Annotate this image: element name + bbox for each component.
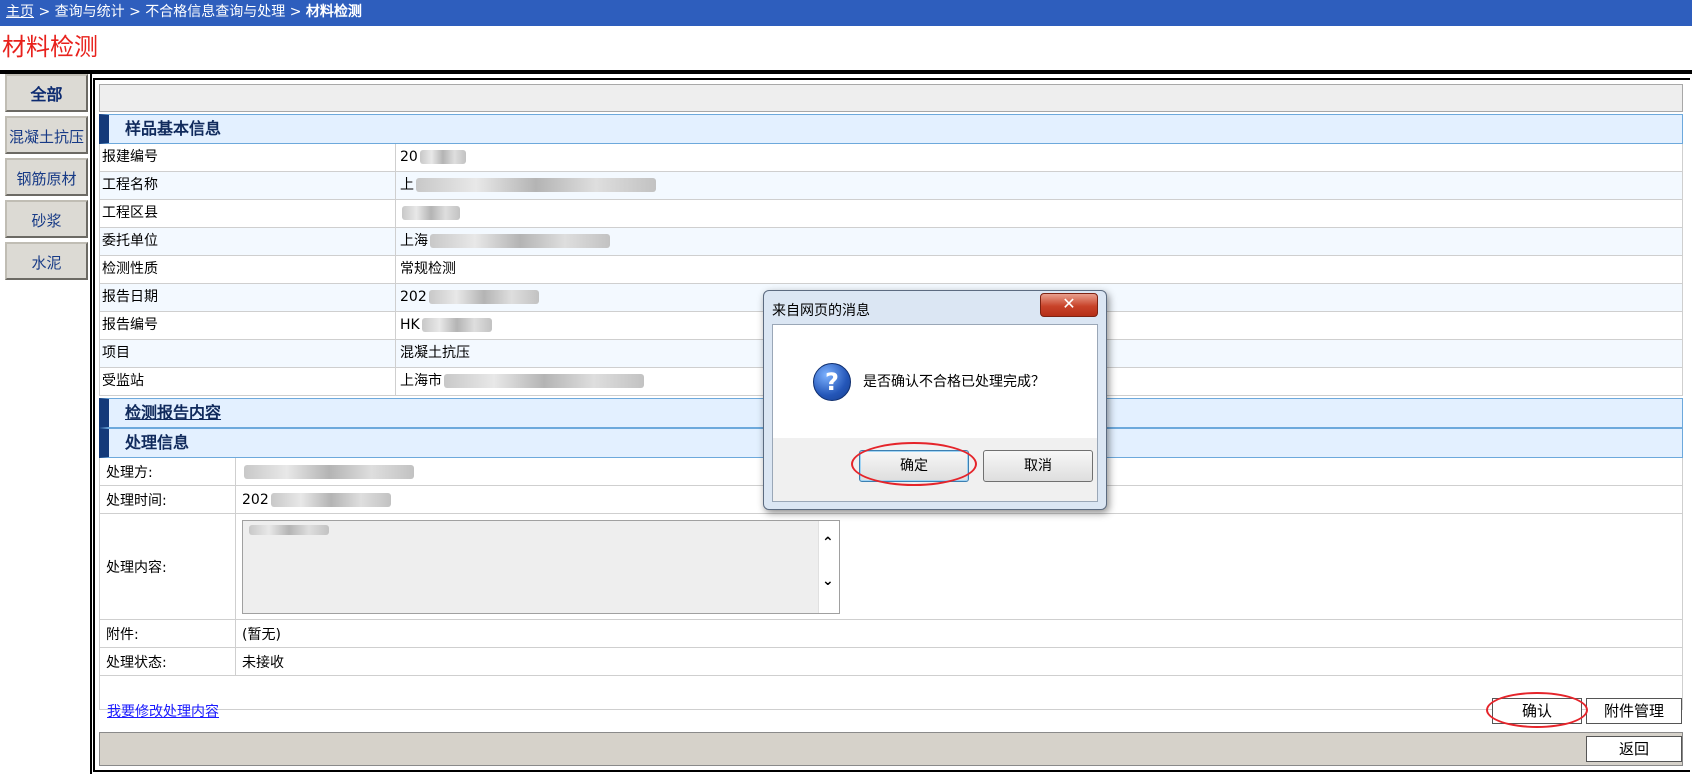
- sidebar-item-concrete[interactable]: 混凝土抗压: [5, 116, 88, 154]
- breadcrumb-level2: 查询与统计: [54, 4, 125, 20]
- bottom-toolbar: [99, 732, 1683, 766]
- row-label: 报告编号: [100, 312, 396, 339]
- content-row: 处理内容: ⌃ ⌄: [99, 514, 1683, 620]
- status-value: 未接收: [242, 654, 284, 671]
- content-label: 处理内容:: [100, 514, 236, 619]
- row-label: 受监站: [100, 368, 396, 395]
- row-label: 项目: [100, 340, 396, 367]
- row-value: 混凝土抗压: [400, 345, 470, 361]
- sidebar-item-all[interactable]: 全部: [5, 74, 88, 112]
- status-row: 处理状态: 未接收: [99, 648, 1683, 676]
- breadcrumb-level3: 不合格信息查询与处理: [145, 4, 286, 20]
- back-button[interactable]: 返回: [1586, 736, 1682, 762]
- row-value: [400, 200, 460, 227]
- row-value: 上: [400, 172, 656, 199]
- cancel-button[interactable]: 取消: [983, 450, 1093, 482]
- row-value: 常规检测: [400, 261, 456, 277]
- dialog-message: 是否确认不合格已处理完成？: [863, 374, 1045, 390]
- confirm-dialog: 来自网页的消息 ✕ ? 是否确认不合格已处理完成？ 确定 取消: [763, 290, 1107, 510]
- breadcrumb: 主页 > 查询与统计 > 不合格信息查询与处理 > 材料检测: [0, 0, 1692, 24]
- time-label: 处理时间:: [100, 486, 236, 513]
- row-value: 上海市: [400, 368, 644, 395]
- question-icon: ?: [813, 363, 851, 401]
- row-label: 工程区县: [100, 200, 396, 227]
- breadcrumb-separator: >: [38, 4, 51, 20]
- handler-value: [242, 458, 414, 485]
- top-toolbar: [99, 84, 1683, 112]
- textarea-scrollbar[interactable]: ⌃ ⌄: [818, 521, 839, 613]
- sidebar-item-mortar[interactable]: 砂浆: [5, 200, 88, 238]
- row-label: 检测性质: [100, 256, 396, 283]
- dialog-button-row: 确定 取消: [773, 438, 1097, 501]
- row-label: 工程名称: [100, 172, 396, 199]
- row-value: 20: [400, 144, 466, 171]
- status-label: 处理状态:: [100, 648, 236, 675]
- sidebar-item-rebar[interactable]: 钢筋原材: [5, 158, 88, 196]
- page-title: 材料检测: [2, 33, 98, 61]
- attachment-value: (暂无): [242, 626, 281, 643]
- row-value: HK: [400, 312, 492, 339]
- breadcrumb-separator: >: [289, 4, 302, 20]
- report-content-link[interactable]: 检测报告内容: [125, 403, 221, 422]
- table-row: 工程区县: [99, 200, 1683, 228]
- dialog-body: ? 是否确认不合格已处理完成？ 确定 取消: [772, 324, 1098, 502]
- ok-button[interactable]: 确定: [859, 450, 969, 482]
- title-divider: [0, 70, 1692, 74]
- row-value: 202: [400, 284, 539, 311]
- handler-label: 处理方:: [100, 458, 236, 485]
- confirm-button[interactable]: 确认: [1492, 698, 1582, 724]
- attachment-management-button[interactable]: 附件管理: [1586, 698, 1682, 724]
- scroll-up-icon[interactable]: ⌃: [822, 535, 834, 551]
- row-label: 委托单位: [100, 228, 396, 255]
- content-textarea[interactable]: ⌃ ⌄: [242, 520, 840, 614]
- attachment-label: 附件:: [100, 620, 236, 647]
- sidebar: 全部 混凝土抗压 钢筋原材 砂浆 水泥: [3, 74, 92, 774]
- dialog-title: 来自网页的消息: [772, 303, 870, 319]
- attachment-row: 附件: (暂无): [99, 620, 1683, 648]
- breadcrumb-home-link[interactable]: 主页: [6, 4, 34, 20]
- sidebar-item-cement[interactable]: 水泥: [5, 242, 88, 280]
- table-row: 检测性质 常规检测: [99, 256, 1683, 284]
- breadcrumb-current: 材料检测: [305, 4, 362, 20]
- action-row: [99, 676, 1683, 710]
- breadcrumb-separator: >: [129, 4, 141, 20]
- table-row: 报建编号 20: [99, 144, 1683, 172]
- scroll-down-icon[interactable]: ⌄: [822, 573, 834, 589]
- sample-info-header: 样品基本信息: [99, 114, 1683, 144]
- row-label: 报告日期: [100, 284, 396, 311]
- row-label: 报建编号: [100, 144, 396, 171]
- row-value: 上海: [400, 228, 610, 255]
- table-row: 委托单位 上海: [99, 228, 1683, 256]
- edit-processing-link[interactable]: 我要修改处理内容: [107, 701, 219, 721]
- time-value: 202: [242, 486, 391, 513]
- breadcrumb-bar: 主页 > 查询与统计 > 不合格信息查询与处理 > 材料检测: [0, 0, 1692, 26]
- table-row: 工程名称 上: [99, 172, 1683, 200]
- close-icon[interactable]: ✕: [1040, 293, 1098, 317]
